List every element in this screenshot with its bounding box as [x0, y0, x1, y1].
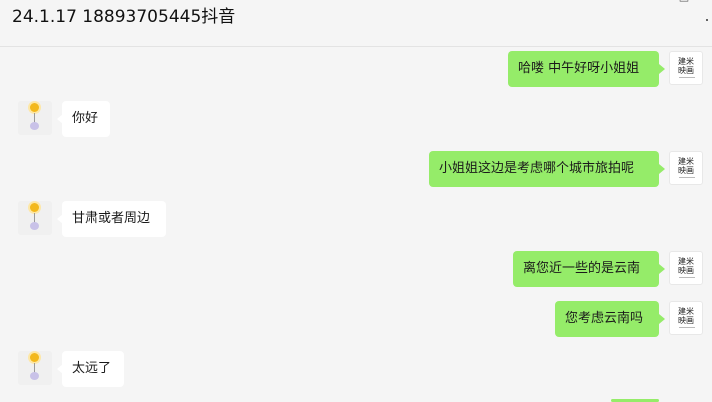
- message-bubble[interactable]: 小姐姐这边是考虑哪个城市旅拍呢: [429, 151, 659, 187]
- avatar-logo: 建米 映画: [678, 307, 694, 325]
- message-bubble[interactable]: 哈喽 中午好呀小姐姐: [508, 51, 659, 87]
- contact-avatar[interactable]: [18, 351, 52, 385]
- pin-icon[interactable]: ⊥: [611, 0, 623, 3]
- contact-avatar[interactable]: [18, 201, 52, 235]
- message-bubble[interactable]: 甘肃或者周边: [62, 201, 166, 237]
- self-avatar[interactable]: 建米 映画: [669, 151, 703, 185]
- avatar-logo: 建米 映画: [678, 57, 694, 75]
- avatar-logo: 建米 映画: [678, 157, 694, 175]
- self-avatar[interactable]: 建米 映画: [669, 251, 703, 285]
- chat-title: 24.1.17 18893705445抖音: [12, 7, 236, 27]
- bubble-tail: [659, 314, 665, 324]
- self-avatar[interactable]: 建米 映画: [669, 51, 703, 85]
- message-bubble[interactable]: 您考虑云南吗: [555, 301, 659, 337]
- message-bubble[interactable]: 离您近一些的是云南: [513, 251, 659, 287]
- bubble-tail: [659, 64, 665, 74]
- chat-header: 24.1.17 18893705445抖音 ⊥ □: [0, 0, 712, 47]
- more-icon[interactable]: [706, 19, 708, 21]
- bubble-tail: [659, 164, 665, 174]
- message-bubble[interactable]: 太远了: [62, 351, 124, 387]
- avatar-logo: 建米 映画: [678, 257, 694, 275]
- self-avatar[interactable]: 建米 映画: [669, 301, 703, 335]
- bubble-tail: [659, 264, 665, 274]
- maximize-icon[interactable]: □: [678, 0, 690, 3]
- message-bubble[interactable]: 你好: [62, 101, 110, 137]
- contact-avatar[interactable]: [18, 101, 52, 135]
